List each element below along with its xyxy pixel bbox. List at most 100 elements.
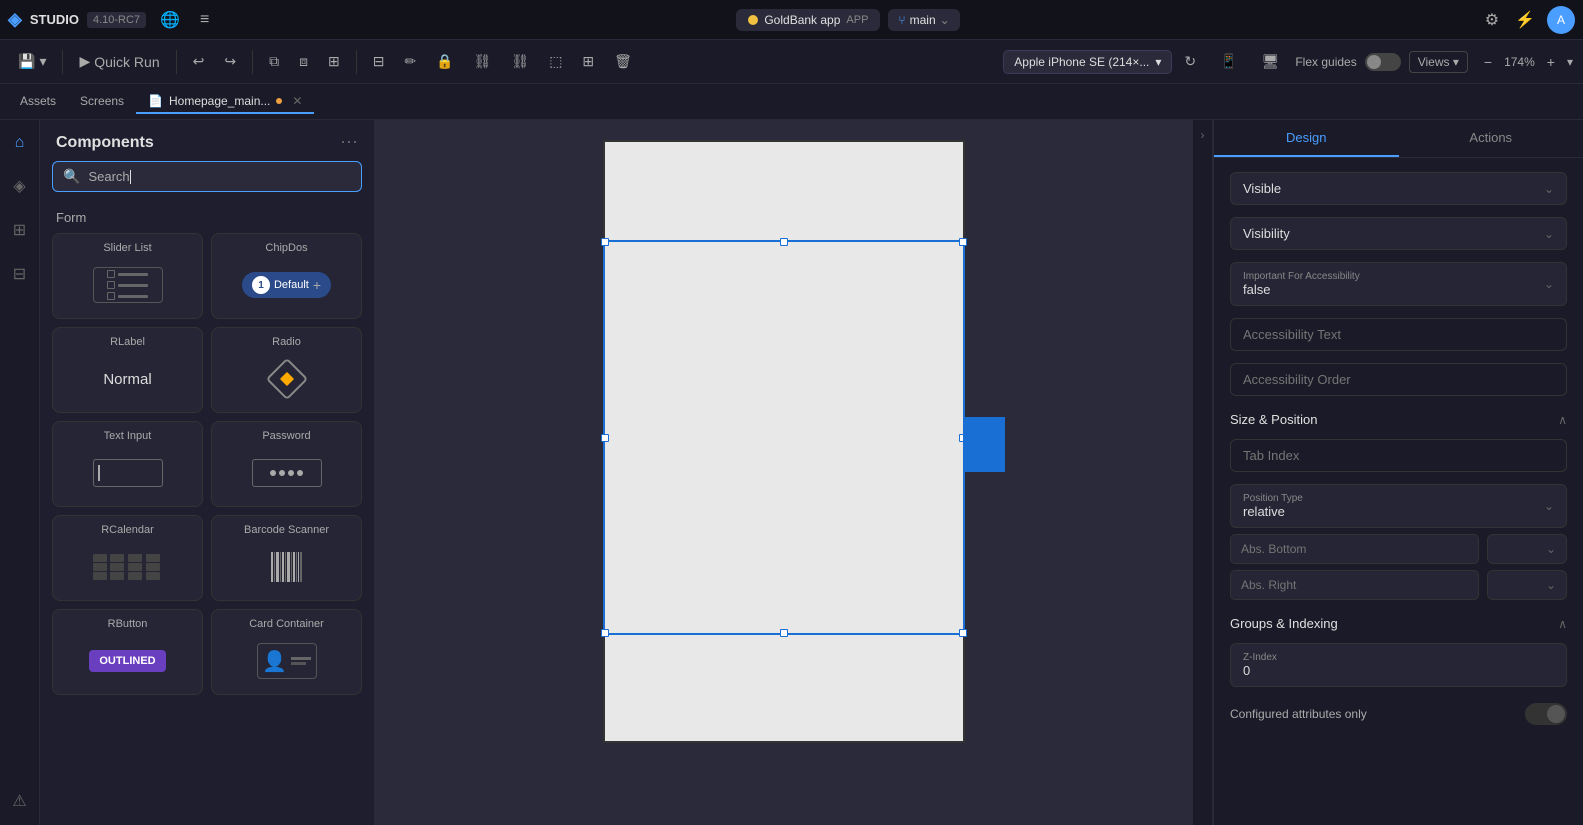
radio-label: Radio <box>272 336 301 348</box>
handle-bottom-center[interactable] <box>780 629 788 637</box>
handle-top-left[interactable] <box>601 238 609 246</box>
quick-run-button[interactable]: ▶ Quick Run <box>71 49 167 74</box>
redo-button[interactable]: ↪ <box>216 49 244 74</box>
tab-index-row <box>1214 433 1583 478</box>
link-button[interactable]: ⛓ <box>466 49 500 74</box>
right-panel-collapse[interactable]: › <box>1193 120 1213 825</box>
rcalendar-preview <box>61 542 194 592</box>
tab-design[interactable]: Design <box>1214 120 1399 157</box>
accessibility-text-input[interactable] <box>1230 318 1567 351</box>
refresh-button[interactable]: ↻ <box>1176 49 1204 74</box>
z-index-input-container[interactable]: Z-Index 0 <box>1230 643 1567 687</box>
abs-bottom-input[interactable] <box>1230 534 1479 564</box>
globe-icon[interactable]: 🌐 <box>154 6 186 34</box>
arrange-button[interactable]: ⊟ <box>365 49 393 74</box>
project-type: APP <box>846 14 868 26</box>
abs-right-input[interactable] <box>1230 570 1479 600</box>
zoom-minus-button[interactable]: − <box>1476 50 1500 74</box>
canvas-area[interactable] <box>375 120 1193 825</box>
important-accessibility-dropdown[interactable]: Important For Accessibility false ⌄ <box>1230 262 1567 306</box>
branch-selector[interactable]: ⑂ main ⌄ <box>888 9 959 31</box>
right-panel-scroll[interactable]: Visible ⌄ Visibility ⌄ Important For <box>1214 158 1583 825</box>
project-selector[interactable]: GoldBank app APP <box>736 9 880 31</box>
abs-bottom-unit-dropdown[interactable]: ⌄ <box>1487 534 1567 564</box>
undo-button[interactable]: ↩ <box>185 49 213 74</box>
component-rcalendar[interactable]: RCalendar <box>52 515 203 601</box>
barcode-preview <box>220 542 353 592</box>
tab-actions[interactable]: Actions <box>1399 120 1583 157</box>
quick-run-label: Quick Run <box>94 54 159 70</box>
components-scroll[interactable]: Form Slider List <box>40 202 374 825</box>
component-card-container[interactable]: Card Container 👤 <box>211 609 362 695</box>
grid-button[interactable]: ⊞ <box>574 49 602 74</box>
handle-mid-left[interactable] <box>601 434 609 442</box>
lightning-icon[interactable]: ⚡ <box>1511 6 1539 34</box>
lock-button[interactable]: 🔒 <box>428 49 461 74</box>
refresh-icon: ↻ <box>1184 53 1196 70</box>
visible-dropdown[interactable]: Visible ⌄ <box>1230 172 1567 205</box>
user-avatar[interactable]: A <box>1547 6 1575 34</box>
z-index-row: Z-Index 0 <box>1214 637 1583 693</box>
sidebar-components-icon[interactable]: ◈ <box>7 170 31 202</box>
tab-index-input[interactable] <box>1230 439 1567 472</box>
blue-overlay-element[interactable] <box>963 417 1005 472</box>
component-slider-list[interactable]: Slider List <box>52 233 203 319</box>
component-password[interactable]: Password <box>211 421 362 507</box>
tab-file[interactable]: 📄 Homepage_main... ✕ <box>136 90 314 114</box>
section-form-label: Form <box>40 202 374 229</box>
zoom-plus-button[interactable]: + <box>1539 50 1563 74</box>
barcode-label: Barcode Scanner <box>244 524 329 536</box>
rbutton-label: RButton <box>108 618 148 630</box>
branch-name: main <box>910 13 936 27</box>
search-box[interactable]: 🔍 Search <box>52 161 362 192</box>
copy-button[interactable]: ⧉ <box>261 49 287 74</box>
monitor-view-button[interactable]: 🖥 <box>1254 49 1288 74</box>
component-barcode[interactable]: Barcode Scanner <box>211 515 362 601</box>
size-position-collapse[interactable]: ∧ <box>1558 413 1567 427</box>
multi-button[interactable]: ⊞ <box>320 49 348 74</box>
position-type-dropdown[interactable]: Position Type relative ⌄ <box>1230 484 1567 528</box>
phone-section-mid[interactable] <box>603 240 965 635</box>
toggle-sm-knob <box>1547 705 1565 723</box>
component-radio[interactable]: Radio <box>211 327 362 413</box>
tab-screens[interactable]: Screens <box>68 90 136 114</box>
sidebar-layers-icon[interactable]: ⊟ <box>7 258 32 290</box>
component-textinput[interactable]: Text Input <box>52 421 203 507</box>
groups-indexing-collapse[interactable]: ∧ <box>1558 617 1567 631</box>
save-button[interactable]: 💾 ▾ <box>10 49 54 74</box>
plugins-icon[interactable]: ⚙ <box>1481 6 1503 34</box>
save-dropdown[interactable]: ▾ <box>39 53 46 70</box>
trash-button[interactable]: 🗑 <box>606 49 640 74</box>
configured-attrs-toggle[interactable] <box>1525 703 1567 725</box>
component-rlabel[interactable]: RLabel Normal <box>52 327 203 413</box>
tab-assets[interactable]: Assets <box>8 90 68 114</box>
visibility-dropdown[interactable]: Visibility ⌄ <box>1230 217 1567 250</box>
handle-bottom-left[interactable] <box>601 629 609 637</box>
sidebar-grid-icon[interactable]: ⊞ <box>7 214 32 246</box>
component-chipdos[interactable]: ChipDos 1 Default + <box>211 233 362 319</box>
device-selector[interactable]: Apple iPhone SE (214×... ▾ <box>1003 50 1172 74</box>
panel-more-button[interactable]: ⋯ <box>340 132 358 153</box>
sidebar-home-icon[interactable]: ⌂ <box>9 128 31 158</box>
component-rbutton[interactable]: RButton OUTLINED <box>52 609 203 695</box>
link2-button[interactable]: ⛓ <box>503 49 537 74</box>
pen-button[interactable]: ✏ <box>396 49 424 74</box>
handle-top-center[interactable] <box>780 238 788 246</box>
search-input[interactable]: Search <box>88 169 351 185</box>
paste-button[interactable]: ⧈ <box>291 49 316 74</box>
frame-button[interactable]: ⬚ <box>541 49 570 74</box>
accessibility-order-input[interactable] <box>1230 363 1567 396</box>
handle-top-right[interactable] <box>959 238 967 246</box>
views-button[interactable]: Views ▾ <box>1409 51 1468 73</box>
flex-guides-toggle[interactable] <box>1365 53 1401 71</box>
zoom-dropdown-arrow[interactable]: ▾ <box>1567 55 1573 69</box>
abs-right-unit-dropdown[interactable]: ⌄ <box>1487 570 1567 600</box>
main-layout: ⌂ ◈ ⊞ ⊟ ⚠ Components ⋯ 🔍 Search Form Sli… <box>0 120 1583 825</box>
menu-icon[interactable]: ≡ <box>194 7 215 33</box>
tab-close-icon[interactable]: ✕ <box>292 94 302 108</box>
file-icon: 📄 <box>148 94 163 108</box>
phone-view-button[interactable]: 📱 <box>1212 49 1245 74</box>
handle-bottom-right[interactable] <box>959 629 967 637</box>
version-badge: 4.10-RC7 <box>87 12 146 28</box>
sidebar-warning-icon[interactable]: ⚠ <box>6 785 32 817</box>
